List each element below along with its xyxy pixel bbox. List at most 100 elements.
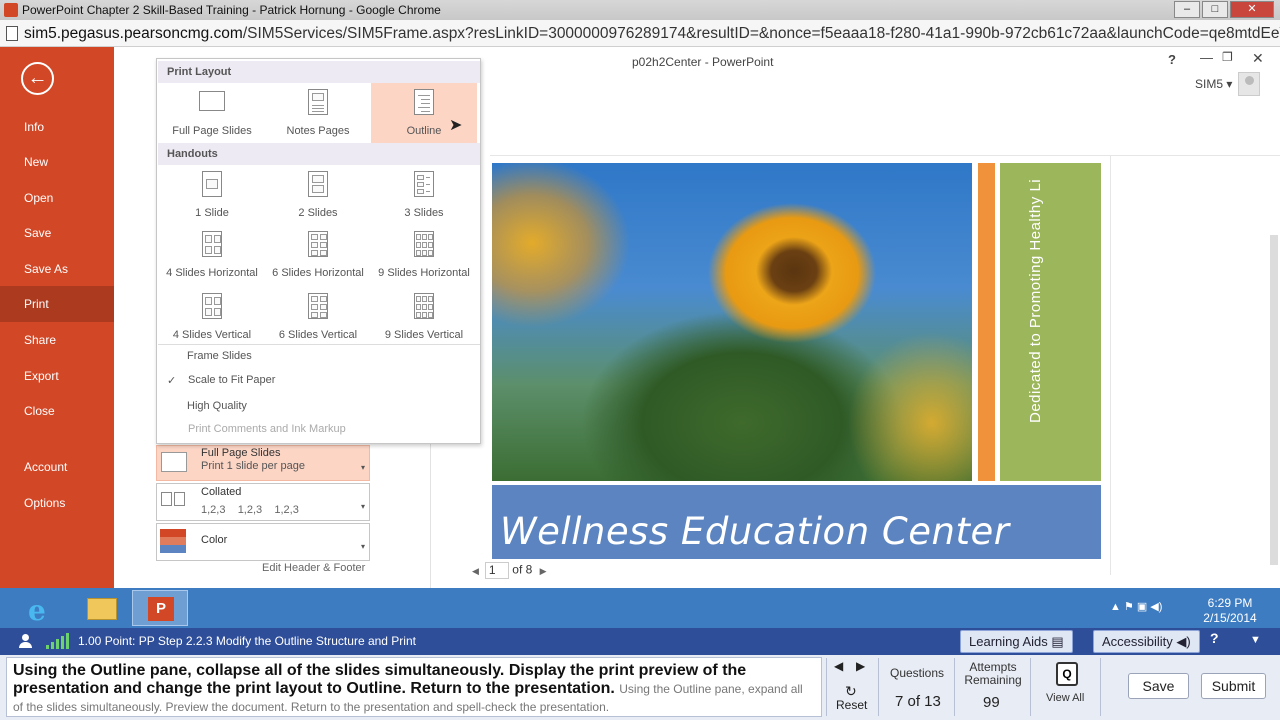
app-restore-button[interactable]: ❐ bbox=[1222, 50, 1233, 64]
option-label: 1 Slide bbox=[195, 207, 229, 219]
clock[interactable]: 6:29 PM 2/15/2014 bbox=[1190, 596, 1270, 626]
backstage-item-account[interactable]: Account bbox=[0, 449, 114, 485]
submit-button[interactable]: Submit bbox=[1201, 673, 1266, 699]
panel-divider bbox=[1030, 658, 1031, 716]
internet-explorer-icon[interactable]: e bbox=[18, 590, 66, 627]
handout-option-9-slides-horizontal[interactable]: 9 Slides Horizontal bbox=[371, 225, 477, 285]
accessibility-button[interactable]: Accessibility ◀) bbox=[1093, 630, 1200, 653]
panel-divider bbox=[954, 658, 955, 716]
reset-button[interactable]: Reset bbox=[836, 698, 867, 712]
system-tray-icons[interactable]: ▲ ⚑ ▣ ◀) bbox=[1110, 600, 1162, 613]
backstage-item-open[interactable]: Open bbox=[0, 180, 114, 216]
color-setting[interactable]: Color ▾ bbox=[156, 523, 370, 561]
handout-option-6-slides-vertical[interactable]: 6 Slides Vertical bbox=[265, 287, 371, 347]
notes-pages-icon bbox=[308, 89, 328, 115]
layout-option-outline[interactable]: Outline ➤ bbox=[371, 83, 477, 143]
handout-9-horizontal-icon bbox=[414, 231, 434, 257]
maximize-button[interactable]: □ bbox=[1202, 1, 1228, 18]
handout-option-9-slides-vertical[interactable]: 9 Slides Vertical bbox=[371, 287, 477, 347]
previous-page-button[interactable]: ◀ bbox=[472, 566, 479, 576]
layout-option-notes-pages[interactable]: Notes Pages bbox=[265, 83, 371, 143]
file-explorer-icon[interactable] bbox=[78, 590, 126, 626]
panel-divider bbox=[878, 658, 879, 716]
chevron-down-icon: ▾ bbox=[360, 463, 365, 472]
account-menu[interactable]: SIM5 ▾ bbox=[1195, 77, 1232, 91]
questions-label: Questions bbox=[890, 666, 945, 680]
backstage-item-save[interactable]: Save bbox=[0, 215, 114, 251]
sim-question-bar: 1.00 Point: PP Step 2.2.3 Modify the Out… bbox=[0, 628, 1280, 655]
option-label: Notes Pages bbox=[286, 125, 350, 137]
slide-vertical-text: Dedicated to Promoting Healthy Li bbox=[1007, 163, 1047, 481]
handout-option-2-slides[interactable]: 2 Slides bbox=[265, 165, 371, 225]
avatar-icon[interactable] bbox=[1238, 72, 1260, 96]
collate-subtitle: 1,2,3 1,2,3 1,2,3 bbox=[201, 504, 299, 516]
url-domain: sim5.pegasus.pearsoncmg.com bbox=[24, 25, 243, 42]
minimize-button[interactable]: – bbox=[1174, 1, 1200, 18]
backstage-item-options[interactable]: Options bbox=[0, 485, 114, 521]
backstage-item-save-as[interactable]: Save As bbox=[0, 251, 114, 287]
layout-option-full-page-slides[interactable]: Full Page Slides bbox=[159, 83, 265, 143]
close-window-button[interactable]: ✕ bbox=[1230, 1, 1274, 18]
learning-aids-icon: ▤ bbox=[1051, 634, 1064, 649]
handout-option-6-slides-horizontal[interactable]: 6 Slides Horizontal bbox=[265, 225, 371, 285]
page-icon bbox=[6, 26, 18, 41]
save-button[interactable]: Save bbox=[1128, 673, 1189, 699]
option-label: 9 Slides Vertical bbox=[384, 329, 464, 341]
handout-option-4-slides-vertical[interactable]: 4 Slides Vertical bbox=[159, 287, 265, 347]
chrome-app-icon bbox=[4, 3, 18, 17]
handout-2-slides-icon bbox=[308, 171, 328, 197]
backstage-item-export[interactable]: Export bbox=[0, 358, 114, 394]
help-button[interactable]: ? bbox=[1168, 52, 1176, 67]
print-layout-setting[interactable]: Full Page Slides Print 1 slide per page … bbox=[156, 445, 370, 481]
collapse-panel-button[interactable]: ▼ bbox=[1250, 634, 1261, 646]
preview-scrollbar[interactable] bbox=[1270, 235, 1278, 565]
chevron-down-icon: ▾ bbox=[360, 502, 365, 511]
app-close-button[interactable]: ✕ bbox=[1252, 50, 1264, 67]
high-quality-option[interactable]: High Quality bbox=[187, 400, 247, 412]
page-number-input[interactable]: 1 bbox=[484, 562, 509, 579]
backstage-item-share[interactable]: Share bbox=[0, 322, 114, 358]
backstage-item-new[interactable]: New bbox=[0, 144, 114, 180]
collate-setting[interactable]: Collated 1,2,3 1,2,3 1,2,3 ▾ bbox=[156, 483, 370, 521]
back-arrow-icon[interactable]: ← bbox=[21, 62, 54, 95]
slide-title: Wellness Education Center bbox=[500, 510, 1010, 553]
window-controls: – □ ✕ bbox=[1174, 1, 1274, 18]
preview-right-divider bbox=[1110, 155, 1111, 575]
attempts-counter: 99 bbox=[983, 694, 1000, 711]
handout-option-1-slide[interactable]: 1 Slide bbox=[159, 165, 265, 225]
page-navigator: ◀ 1 of 8 ▶ bbox=[472, 562, 547, 579]
address-bar[interactable]: sim5.pegasus.pearsoncmg.com/SIM5Services… bbox=[0, 20, 1280, 47]
scale-to-fit-paper-option[interactable]: Scale to Fit Paper bbox=[188, 374, 275, 386]
backstage-nav: ← Info New Open Save Save As Print Share… bbox=[0, 47, 114, 588]
backstage-item-info[interactable]: Info bbox=[0, 109, 114, 145]
sim-help-button[interactable]: ? bbox=[1210, 630, 1219, 646]
view-all-icon[interactable]: Q bbox=[1056, 662, 1078, 686]
edit-header-footer-link[interactable]: Edit Header & Footer bbox=[262, 562, 365, 574]
collate-title: Collated bbox=[201, 486, 242, 498]
next-step-button[interactable]: ▶ bbox=[856, 659, 865, 673]
url-path: /SIM5Services/SIM5Frame.aspx?resLinkID=3… bbox=[242, 25, 1280, 42]
page-count: of 8 bbox=[512, 562, 533, 577]
app-minimize-button[interactable]: — bbox=[1200, 50, 1213, 65]
option-label: Full Page Slides bbox=[172, 125, 252, 137]
learning-aids-button[interactable]: Learning Aids ▤ bbox=[960, 630, 1073, 653]
handout-1-slide-icon bbox=[202, 171, 222, 197]
signal-bars-icon bbox=[46, 633, 70, 649]
powerpoint-taskbar-icon[interactable]: P bbox=[132, 590, 188, 626]
handout-option-3-slides[interactable]: 3 Slides bbox=[371, 165, 477, 225]
option-label: 6 Slides Horizontal bbox=[272, 267, 364, 279]
backstage-item-close[interactable]: Close bbox=[0, 393, 114, 429]
option-label: 4 Slides Horizontal bbox=[166, 267, 258, 279]
handout-option-4-slides-horizontal[interactable]: 4 Slides Horizontal bbox=[159, 225, 265, 285]
backstage-item-print[interactable]: Print bbox=[0, 286, 114, 322]
next-page-button[interactable]: ▶ bbox=[540, 566, 547, 576]
previous-step-button[interactable]: ◀ bbox=[834, 659, 843, 673]
question-header: 1.00 Point: PP Step 2.2.3 Modify the Out… bbox=[78, 634, 416, 648]
frame-slides-option[interactable]: Frame Slides bbox=[187, 350, 252, 362]
speaker-icon: ◀) bbox=[1176, 634, 1191, 649]
slide-orange-bar bbox=[978, 163, 995, 481]
option-label: 2 Slides bbox=[298, 207, 338, 219]
browser-title-bar: PowerPoint Chapter 2 Skill-Based Trainin… bbox=[0, 0, 1280, 20]
view-all-button[interactable]: View All bbox=[1046, 692, 1084, 704]
url-text[interactable]: sim5.pegasus.pearsoncmg.com/SIM5Services… bbox=[24, 20, 1280, 46]
